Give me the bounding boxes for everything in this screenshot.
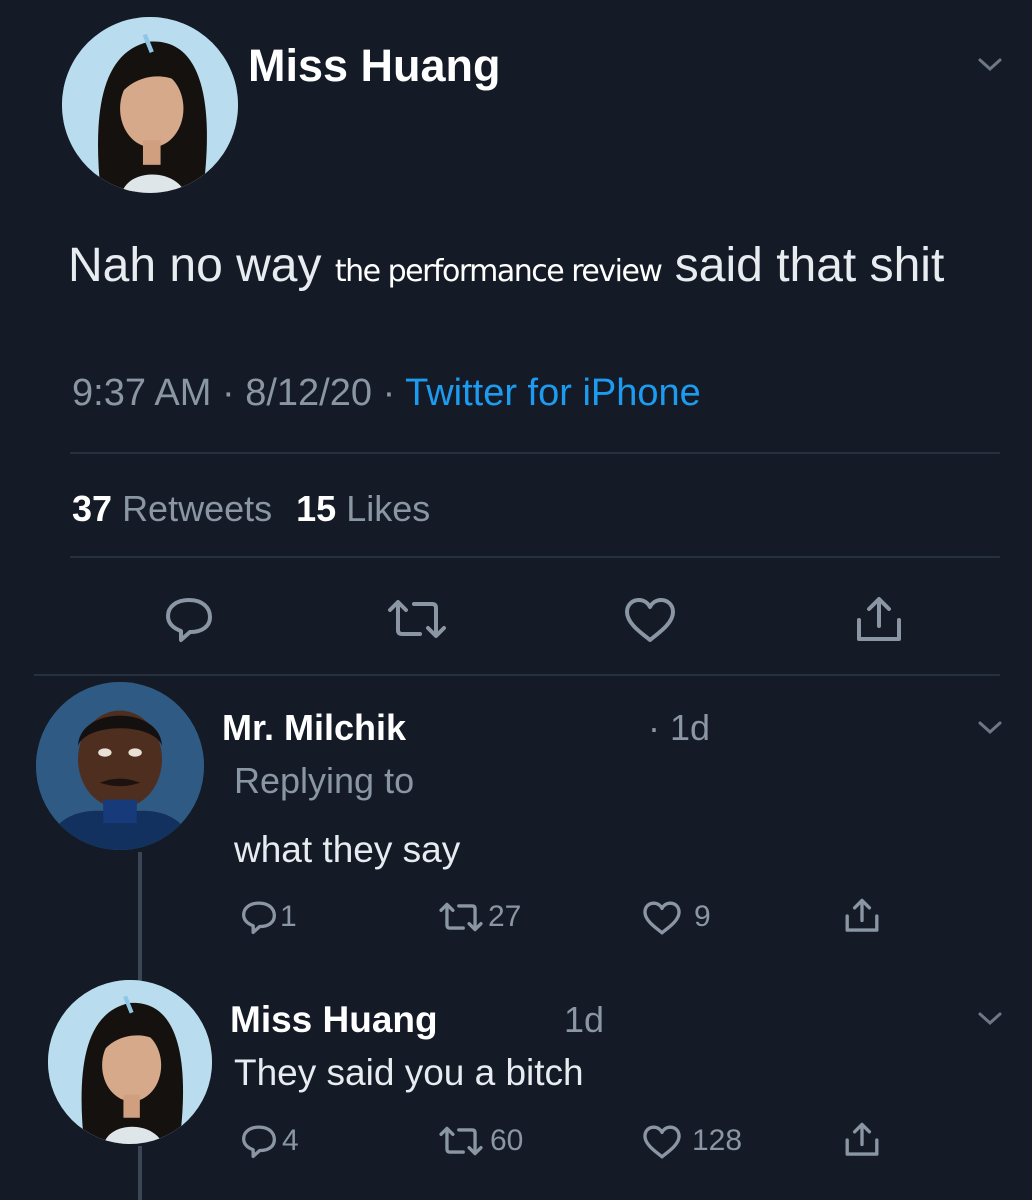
thread-line	[138, 1146, 142, 1200]
avatar[interactable]	[48, 980, 212, 1144]
share-icon[interactable]	[842, 896, 882, 936]
retweet-count: 60	[490, 1124, 524, 1157]
reply-icon[interactable]	[163, 594, 215, 644]
divider	[70, 556, 1000, 558]
like-icon[interactable]	[642, 900, 682, 936]
chevron-down-icon[interactable]	[976, 56, 1004, 74]
like-icon[interactable]	[623, 596, 677, 644]
reply-text: They said you a bitch	[234, 1052, 584, 1093]
tweet-text-start: Nah no way	[68, 239, 335, 292]
meta-separator: ·	[382, 372, 396, 414]
retweets-stat[interactable]: 37 Retweets	[72, 488, 282, 529]
thread-line	[138, 852, 142, 984]
author-name[interactable]: Miss Huang	[248, 40, 501, 92]
reply-text: what they say	[234, 829, 461, 870]
reply-time: 1d	[564, 999, 605, 1040]
like-count: 128	[692, 1124, 743, 1157]
likes-stat[interactable]: 15 Likes	[296, 488, 430, 529]
retweets-count: 37	[72, 488, 113, 529]
meta-separator: ·	[221, 372, 235, 414]
retweet-icon[interactable]	[384, 596, 450, 642]
like-count: 9	[694, 900, 711, 933]
reply-icon[interactable]	[240, 898, 278, 936]
chevron-down-icon[interactable]	[976, 1010, 1004, 1028]
avatar[interactable]	[62, 17, 238, 193]
retweet-count: 27	[488, 900, 522, 933]
divider	[70, 452, 1000, 454]
tweet-date: 8/12/20	[245, 372, 372, 414]
tweet-text: Nah no way the performance review said t…	[68, 238, 944, 293]
retweet-icon[interactable]	[436, 900, 486, 934]
tweet-text-end: said that shit	[661, 239, 945, 292]
tweet-time: 9:37 AM	[72, 372, 212, 414]
tweet-stats: 37 Retweets 15 Likes	[72, 488, 430, 530]
reply-time: · 1d	[648, 707, 711, 748]
retweet-icon[interactable]	[436, 1124, 486, 1158]
tweet-meta: 9:37 AM · 8/12/20 · Twitter for iPhone	[72, 372, 701, 415]
reply-count: 4	[282, 1124, 299, 1157]
retweets-label: Retweets	[122, 488, 273, 529]
author-name[interactable]: Mr. Milchik	[222, 707, 406, 749]
likes-label: Likes	[346, 488, 431, 529]
share-icon[interactable]	[852, 594, 906, 646]
avatar[interactable]	[36, 682, 204, 850]
share-icon[interactable]	[842, 1120, 882, 1160]
like-icon[interactable]	[642, 1124, 682, 1160]
tweet-source-link[interactable]: Twitter for iPhone	[405, 372, 701, 414]
chevron-down-icon[interactable]	[976, 719, 1004, 737]
author-name[interactable]: Miss Huang	[230, 999, 438, 1041]
replying-to-label: Replying to	[234, 760, 415, 801]
likes-count: 15	[296, 488, 337, 529]
tweet-text-overlay: the performance review	[334, 254, 663, 289]
divider	[34, 674, 1000, 676]
reply-icon[interactable]	[240, 1122, 278, 1160]
reply-count: 1	[280, 900, 297, 933]
